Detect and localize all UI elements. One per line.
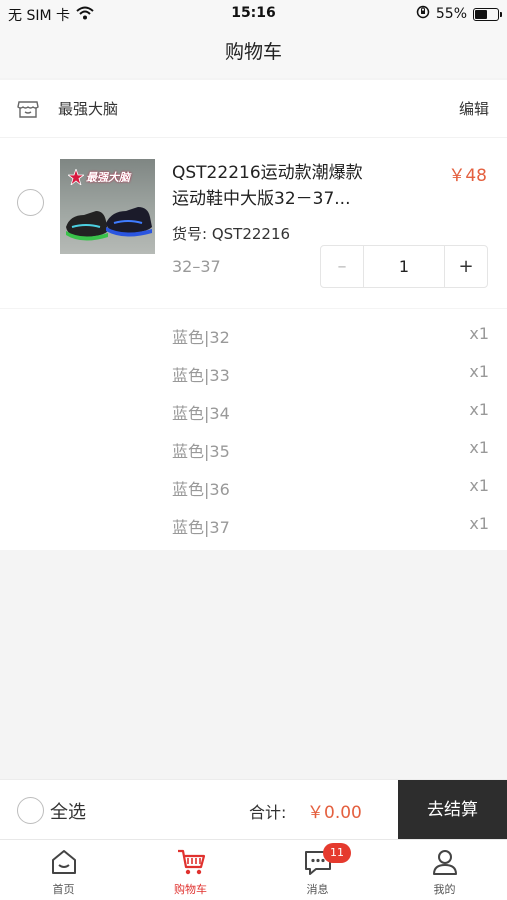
- quantity-stepper: – 1 +: [320, 245, 488, 288]
- list-item: 蓝色|32 x1: [0, 316, 507, 354]
- battery-icon: [473, 7, 502, 21]
- variant-quantity: x1: [469, 400, 489, 419]
- shoes-illustration: [66, 207, 152, 241]
- variant-name: 蓝色|37: [172, 518, 230, 537]
- variant-quantity: x1: [469, 438, 489, 457]
- store-icon: [17, 98, 39, 120]
- variant-name: 蓝色|35: [172, 442, 230, 461]
- shop-name: 最强大脑: [58, 100, 119, 118]
- cart-icon: [177, 849, 205, 875]
- unread-badge: 11: [323, 843, 351, 863]
- product-price: ￥48: [448, 166, 487, 186]
- product-title-line2: 运动鞋中大版32－37...: [172, 189, 351, 209]
- tab-label: 购物车: [174, 883, 207, 896]
- list-item: 蓝色|34 x1: [0, 392, 507, 430]
- profile-icon: [432, 850, 457, 875]
- product-sku: 货号: QST22216: [172, 225, 291, 243]
- edit-button[interactable]: 编辑: [459, 98, 489, 119]
- variant-name: 蓝色|33: [172, 366, 230, 385]
- item-select-checkbox[interactable]: [17, 189, 44, 216]
- tab-cart[interactable]: 购物车: [127, 840, 254, 900]
- product-image[interactable]: 最强大脑: [60, 159, 155, 254]
- variant-quantity: x1: [469, 476, 489, 495]
- list-item: 蓝色|33 x1: [0, 354, 507, 392]
- total-label: 合计:: [249, 803, 287, 822]
- tab-label: 首页: [52, 883, 75, 896]
- quantity-value[interactable]: 1: [364, 246, 444, 287]
- checkout-bar: 全选 合计: ￥0.00 去结算: [0, 779, 507, 840]
- tab-messages[interactable]: 11 消息: [254, 840, 381, 900]
- variant-quantity: x1: [469, 514, 489, 533]
- divider: [0, 308, 507, 309]
- shop-header: 最强大脑 编辑: [0, 80, 507, 138]
- cart-shop-card: 最强大脑 编辑 最强大脑 QST22216运动款潮爆款 运动鞋中大版32－37.…: [0, 80, 507, 550]
- select-all-checkbox[interactable]: [17, 797, 44, 824]
- product-logo-text: 最强大脑: [86, 171, 130, 184]
- star-icon: [66, 167, 86, 189]
- checkout-button[interactable]: 去结算: [398, 780, 507, 840]
- battery-percent: 55%: [435, 6, 467, 22]
- variant-name: 蓝色|36: [172, 480, 230, 499]
- variant-quantity: x1: [469, 324, 489, 343]
- product-title[interactable]: QST22216运动款潮爆款 运动鞋中大版32－37...: [172, 160, 412, 212]
- product-title-line1: QST22216运动款潮爆款: [172, 163, 363, 183]
- total-value: ￥0.00: [307, 803, 362, 823]
- decrease-quantity-button[interactable]: –: [321, 246, 364, 287]
- tab-bar: 首页 购物车 11 消息 我的: [0, 839, 507, 900]
- increase-quantity-button[interactable]: +: [444, 246, 487, 287]
- list-item: 蓝色|37 x1: [0, 506, 507, 544]
- page-title: 购物车: [0, 28, 507, 78]
- variant-quantity: x1: [469, 362, 489, 381]
- tab-home[interactable]: 首页: [0, 840, 127, 900]
- tab-label: 消息: [306, 883, 329, 896]
- home-icon: [51, 850, 76, 874]
- product-size-range: 32–37: [172, 257, 221, 276]
- tab-profile[interactable]: 我的: [381, 840, 507, 900]
- variant-list: 蓝色|32 x1 蓝色|33 x1 蓝色|34 x1 蓝色|35 x1 蓝色|3…: [0, 316, 507, 544]
- tab-label: 我的: [433, 883, 456, 896]
- list-item: 蓝色|35 x1: [0, 430, 507, 468]
- orientation-lock-icon: [416, 5, 430, 23]
- list-item: 蓝色|36 x1: [0, 468, 507, 506]
- select-all-label[interactable]: 全选: [50, 798, 86, 824]
- status-bar: 无 SIM 卡 15:16 55%: [0, 0, 507, 28]
- variant-name: 蓝色|32: [172, 328, 230, 347]
- variant-name: 蓝色|34: [172, 404, 230, 423]
